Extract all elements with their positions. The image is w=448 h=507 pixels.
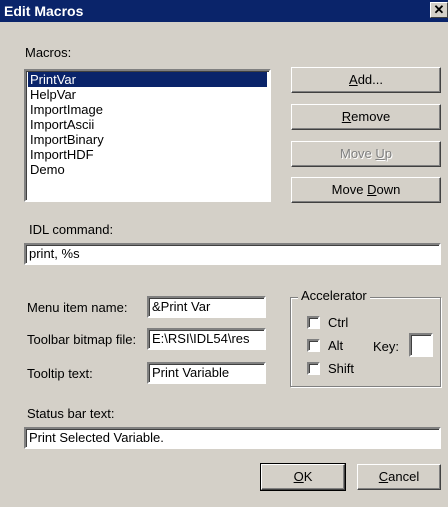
key-label: Key: xyxy=(373,339,400,354)
toolbar-bitmap-file-field[interactable]: E:\RSI\IDL54\res xyxy=(147,328,266,350)
tooltip-text-field[interactable]: Print Variable xyxy=(147,362,266,384)
list-item[interactable]: PrintVar xyxy=(28,72,267,87)
list-item[interactable]: ImportImage xyxy=(28,102,267,117)
macros-listbox[interactable]: PrintVar HelpVar ImportImage ImportAscii Imp… xyxy=(24,69,271,202)
ctrl-label: Ctrl xyxy=(328,315,349,330)
remove-button[interactable]: Remove xyxy=(291,104,441,130)
idl-command-field[interactable]: print, %s xyxy=(24,243,441,265)
alt-label: Alt xyxy=(328,338,344,353)
toolbar-bitmap-file-label: Toolbar bitmap file: xyxy=(27,332,137,347)
menu-item-name-field[interactable]: &Print Var xyxy=(147,296,266,318)
cancel-button[interactable]: Cancel xyxy=(357,464,441,490)
status-bar-text-label: Status bar text: xyxy=(27,406,115,421)
list-item[interactable]: Demo xyxy=(28,162,267,177)
idl-command-label: IDL command: xyxy=(29,222,114,237)
move-down-button[interactable]: Move Down xyxy=(291,177,441,203)
list-item[interactable]: ImportBinary xyxy=(28,132,267,147)
shift-checkbox[interactable] xyxy=(307,362,320,375)
close-icon[interactable]: ✕ xyxy=(430,2,448,18)
add-button[interactable]: Add... xyxy=(291,67,441,93)
list-item[interactable]: ImportHDF xyxy=(28,147,267,162)
ctrl-checkbox[interactable] xyxy=(307,316,320,329)
shift-label: Shift xyxy=(328,361,355,376)
alt-checkbox[interactable] xyxy=(307,339,320,352)
move-up-button[interactable]: Move Up xyxy=(291,141,441,167)
window-title: Edit Macros xyxy=(4,3,84,19)
ok-button[interactable]: OK xyxy=(260,463,346,491)
list-item[interactable]: ImportAscii xyxy=(28,117,267,132)
tooltip-text-label: Tooltip text: xyxy=(27,366,93,381)
key-field[interactable] xyxy=(409,333,433,357)
accelerator-title: Accelerator xyxy=(298,288,370,303)
list-item[interactable]: HelpVar xyxy=(28,87,267,102)
macros-label: Macros: xyxy=(25,45,72,60)
title-bar[interactable]: Edit Macros ✕ xyxy=(0,0,448,22)
status-bar-text-field[interactable]: Print Selected Variable. xyxy=(24,427,441,449)
menu-item-name-label: Menu item name: xyxy=(27,300,128,315)
